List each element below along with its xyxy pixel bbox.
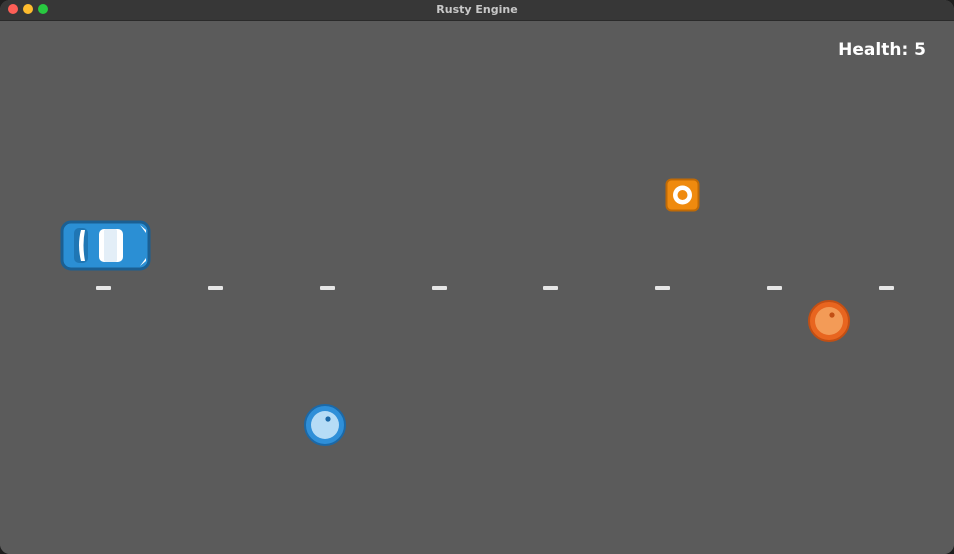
orange-box-obstacle	[665, 178, 700, 212]
title-bar: Rusty Engine	[0, 0, 954, 21]
lane-dash	[432, 286, 447, 290]
window-title: Rusty Engine	[436, 3, 518, 16]
lane-dash	[320, 286, 335, 290]
game-window: Rusty Engine Health: 5	[0, 0, 954, 554]
lane-dash	[767, 286, 782, 290]
lane-dash	[879, 286, 894, 290]
health-display: Health: 5	[838, 40, 926, 60]
player-car	[60, 220, 151, 271]
lane-dash	[655, 286, 670, 290]
lane-dash	[96, 286, 111, 290]
lane-dash	[208, 286, 223, 290]
blue-ball	[304, 404, 346, 446]
game-canvas[interactable]: Health: 5	[0, 21, 954, 554]
lane-dash	[543, 286, 558, 290]
orange-ball	[808, 300, 850, 342]
